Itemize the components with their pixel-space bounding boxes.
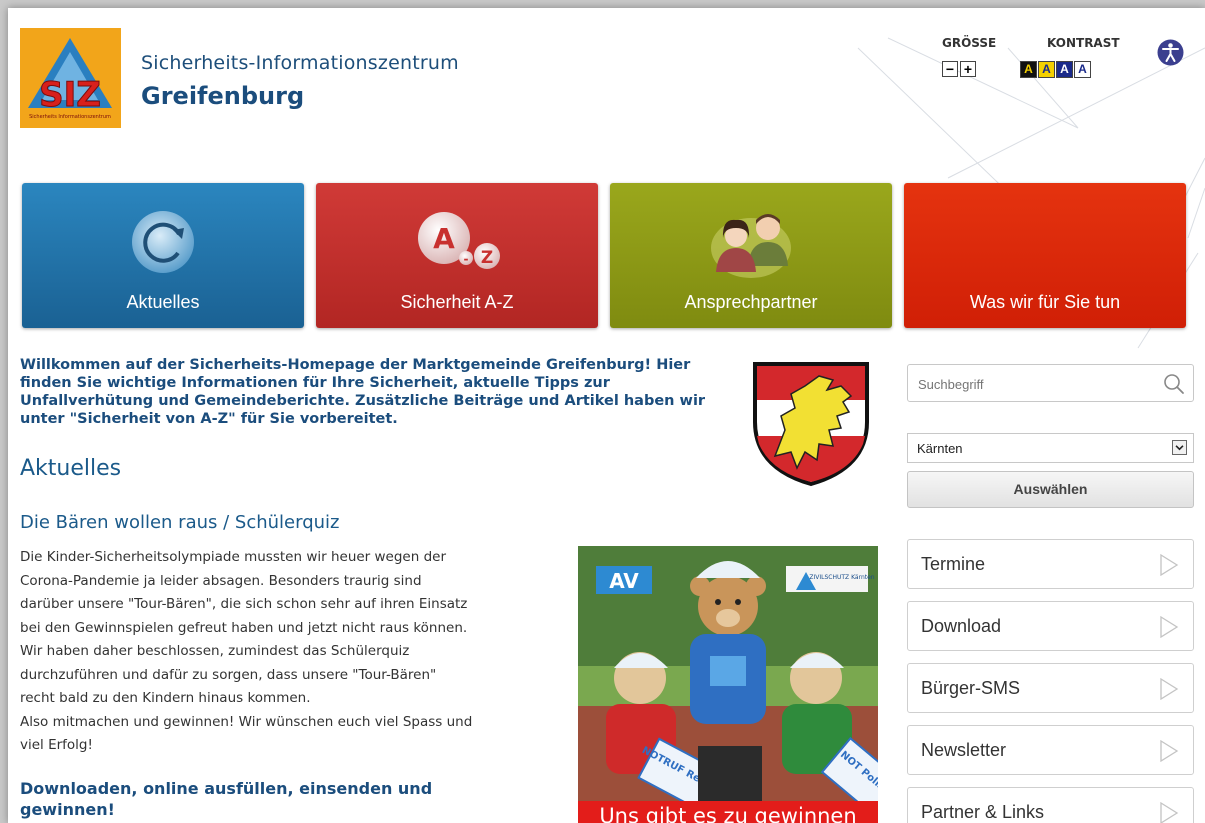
section-title: Aktuelles — [20, 456, 122, 481]
logo-text: SIZ — [39, 75, 101, 115]
font-size-increase-button[interactable]: + — [960, 61, 976, 77]
page: SIZ Sicherheits Informationszentrum Sich… — [8, 8, 1205, 823]
select-region-button[interactable]: Auswählen — [907, 471, 1194, 508]
tile-aktuelles[interactable]: Aktuelles — [22, 183, 304, 328]
zivilschutz-badge: ZIVILSCHUTZ Kärnten — [809, 574, 874, 581]
a-z-icon: A - Z — [418, 212, 500, 269]
av-badge: AV — [609, 569, 639, 593]
play-arrow-icon — [1160, 616, 1179, 638]
promo-caption: Uns gibt es zu gewinnen — [578, 801, 878, 823]
size-label: GRÖSSE — [942, 36, 997, 50]
contrast-option-button[interactable]: A — [1038, 61, 1055, 78]
region-select-value: Kärnten — [917, 441, 963, 456]
play-arrow-icon — [1160, 740, 1179, 762]
contacts-icon — [711, 214, 791, 278]
download-heading: Downloaden, online ausfüllen, einsenden … — [20, 779, 433, 819]
contrast-label: KONTRAST — [1047, 36, 1120, 50]
tile-label: Was wir für Sie tun — [969, 292, 1121, 312]
intro-text: Willkommen auf der Sicherheits-Homepage … — [20, 357, 706, 427]
sidebar-link-label: Bürger-SMS — [921, 678, 1021, 698]
play-arrow-icon — [1160, 802, 1179, 823]
teddy-bears-illustration: AV ZIVILSCHUTZ Kärnten NOTRUF Rettung NO… — [578, 546, 878, 823]
promo-image[interactable]: AV ZIVILSCHUTZ Kärnten NOTRUF Rettung NO… — [578, 546, 878, 823]
sidebar-link-download[interactable]: Download — [907, 601, 1194, 651]
sidebar-link-label: Newsletter — [921, 740, 1007, 760]
site-title[interactable]: Greifenburg — [141, 82, 304, 110]
sidebar-link-newsletter[interactable]: Newsletter — [907, 725, 1194, 775]
sidebar-link-termine[interactable]: Termine — [907, 539, 1194, 589]
sidebar-link-label: Partner & Links — [921, 802, 1045, 822]
chevron-down-icon — [1172, 440, 1187, 455]
sidebar-link-label: Download — [921, 616, 1002, 636]
contrast-option-button[interactable]: A — [1074, 61, 1091, 78]
tile-sicherheit-a-z[interactable]: A - Z Sicherheit A-Z — [316, 183, 598, 328]
svg-text:A: A — [433, 222, 455, 255]
search-input[interactable] — [908, 365, 1160, 403]
site-subtitle: Sicherheits-Informationszentrum — [141, 52, 459, 74]
article-title-link[interactable]: Die Bären wollen raus / Schülerquiz — [20, 512, 340, 533]
refresh-icon — [132, 211, 194, 273]
contrast-option-button[interactable]: A — [1056, 61, 1073, 78]
contrast-option-button[interactable]: A — [1020, 61, 1037, 78]
play-arrow-icon — [1160, 678, 1179, 700]
logo-small-text: Sicherheits Informationszentrum — [29, 114, 111, 120]
sidebar-link-buerger-sms[interactable]: Bürger-SMS — [907, 663, 1194, 713]
region-select[interactable]: Kärnten — [907, 433, 1194, 463]
font-size-decrease-button[interactable]: − — [942, 61, 958, 77]
tile-ansprechpartner[interactable]: Ansprechpartner — [610, 183, 892, 328]
play-arrow-icon — [1160, 554, 1179, 576]
sidebar-link-partner-links[interactable]: Partner & Links — [907, 787, 1194, 823]
greifenburg-coat-of-arms — [753, 362, 869, 487]
tile-label: Ansprechpartner — [684, 292, 818, 312]
svg-text:-: - — [464, 252, 469, 266]
accessibility-icon[interactable] — [1157, 39, 1184, 66]
article-body: Die Kinder-Sicherheitsolympiade mussten … — [20, 549, 473, 753]
search-icon[interactable] — [1163, 373, 1185, 395]
sidebar-link-label: Termine — [921, 554, 986, 574]
search-box — [907, 364, 1194, 403]
svg-text:Z: Z — [481, 248, 493, 268]
tile-label: Aktuelles — [126, 292, 200, 312]
tile-label: Sicherheit A-Z — [400, 292, 514, 312]
tile-was-wir-fuer-sie-tun[interactable]: Was wir für Sie tun — [904, 183, 1186, 328]
siz-logo[interactable]: SIZ Sicherheits Informationszentrum — [20, 28, 121, 128]
